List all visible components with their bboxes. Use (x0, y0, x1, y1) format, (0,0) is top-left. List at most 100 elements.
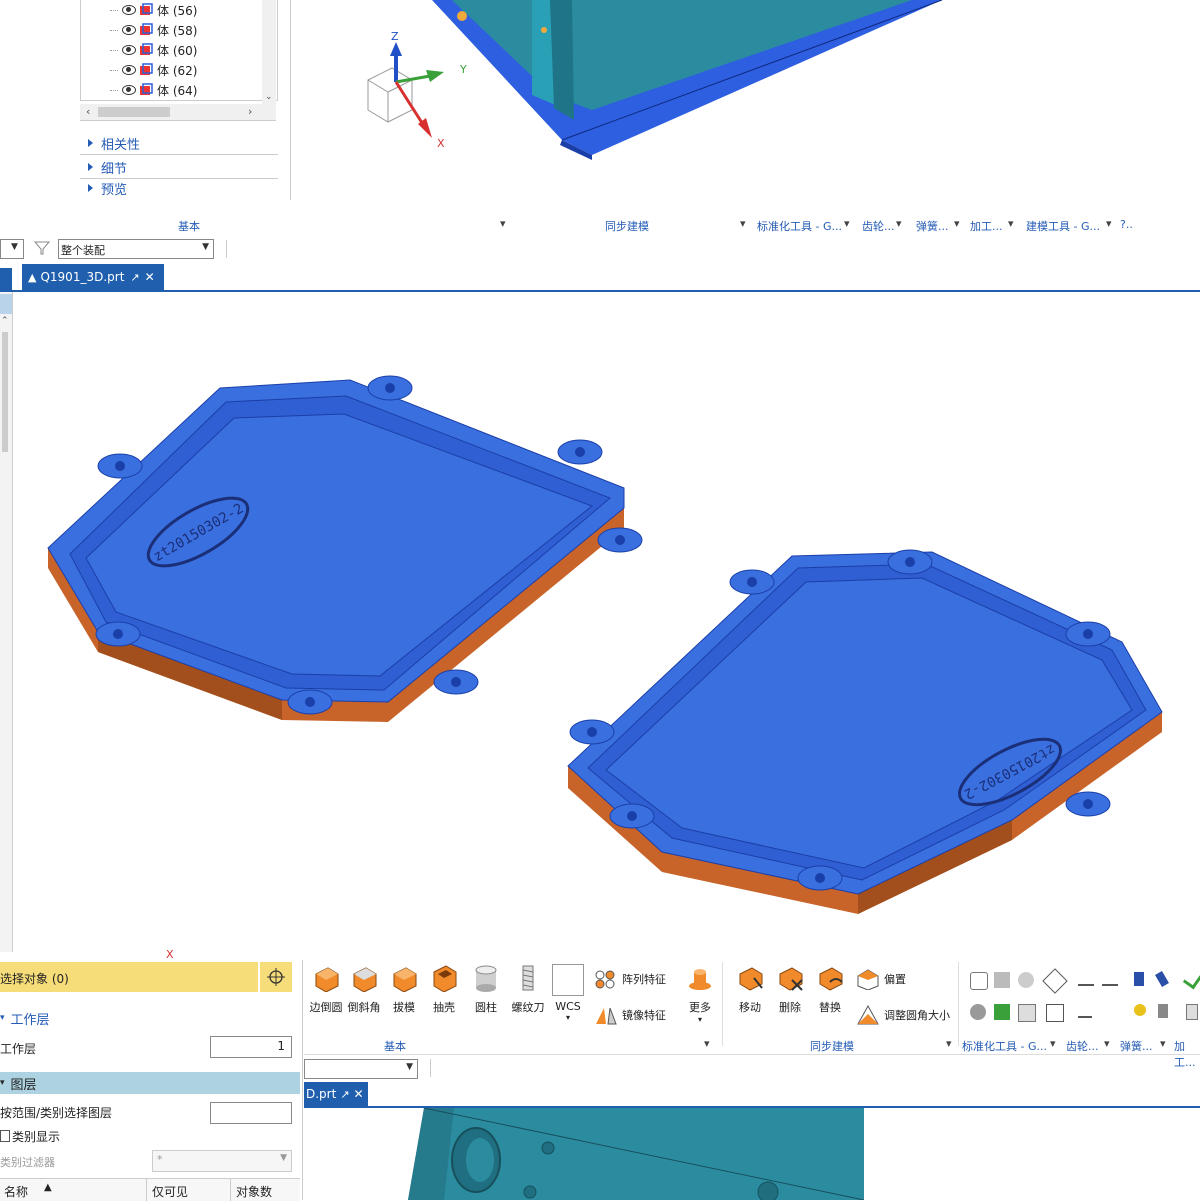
chevron-up-icon[interactable]: ⌃ (1, 316, 9, 326)
chevron-down-icon[interactable]: ▾ (1008, 217, 1014, 230)
chevron-down-icon[interactable]: ▾ (1160, 1037, 1166, 1050)
resize-blend-button[interactable]: 调整圆角大小 (856, 1004, 950, 1026)
tool-icon[interactable] (1078, 1004, 1092, 1018)
cover-part-left[interactable]: zt20150302-2 (47, 375, 643, 722)
tab-bottom-part[interactable]: D.prt ↗ ✕ (304, 1082, 368, 1106)
move-face-button[interactable]: 移动 (728, 964, 772, 1015)
chevron-right-icon[interactable]: › (248, 105, 252, 118)
close-icon[interactable]: ✕ (145, 270, 155, 284)
popout-icon[interactable]: ↗ (130, 271, 139, 284)
work-layer-section-header[interactable]: ▾ 工作层 (0, 1008, 50, 1028)
chamfer-button[interactable]: 倒斜角 (342, 964, 386, 1015)
filter-icon[interactable] (33, 240, 51, 256)
chevron-down-icon[interactable]: ▾ (1104, 1037, 1110, 1050)
bottom-viewport[interactable] (304, 1108, 1200, 1200)
body-icon (139, 3, 153, 17)
shell-button[interactable]: 抽壳 (422, 964, 466, 1015)
tree-item[interactable]: 体 (62) (110, 60, 197, 80)
offset-face-button[interactable]: 偏置 (856, 968, 906, 990)
tool-icon[interactable] (1102, 972, 1118, 986)
tree-item[interactable]: 体 (58) (110, 20, 197, 40)
eye-icon[interactable] (122, 65, 136, 75)
column-header-name[interactable]: 名称 (4, 1183, 28, 1200)
horizontal-scrollbar[interactable]: ‹ › (80, 104, 276, 121)
close-icon[interactable]: ✕ (354, 1087, 364, 1101)
tool-icon[interactable] (1018, 972, 1034, 988)
scope-dropdown[interactable]: 整个装配 ▼ (58, 239, 214, 259)
tool-icon[interactable] (1042, 968, 1068, 994)
tool-icon[interactable] (1134, 972, 1144, 986)
chevron-down-icon[interactable]: ▾ (500, 217, 506, 230)
section-preview[interactable]: 预览 (80, 180, 278, 196)
category-filter-dropdown[interactable]: * ▼ (152, 1150, 292, 1172)
delete-face-button[interactable]: 删除 (768, 964, 812, 1015)
expand-arrow-icon (88, 163, 93, 171)
tool-icon[interactable] (1186, 1004, 1198, 1020)
chevron-down-icon[interactable]: ▾ (1050, 1037, 1056, 1050)
eye-icon[interactable] (122, 25, 136, 35)
bottom-scope-dropdown[interactable]: ▼ (304, 1059, 418, 1079)
work-layer-input[interactable]: 1 (210, 1036, 292, 1058)
chevron-down-icon[interactable]: ▾ (896, 217, 902, 230)
wcs-button[interactable]: WCS ▾ (546, 964, 590, 1022)
scrollbar-thumb[interactable] (98, 107, 170, 117)
chevron-down-icon[interactable]: ▾ (844, 217, 850, 230)
chevron-down-icon[interactable]: ▾ (704, 1037, 710, 1050)
section-details[interactable]: 细节 (80, 156, 278, 179)
axis-triad[interactable] (367, 42, 444, 138)
ribbon-group-gear: 齿轮... (1066, 1040, 1099, 1053)
tree-item[interactable]: 体 (60) (110, 40, 197, 60)
eye-icon[interactable] (122, 45, 136, 55)
pattern-feature-button[interactable]: 阵列特征 (594, 968, 666, 990)
column-header-object-count[interactable]: 对象数 (236, 1183, 272, 1200)
thread-tool-button[interactable]: 螺纹刀 (506, 964, 550, 1015)
layers-section-header[interactable]: ▾ 图层 (0, 1072, 300, 1094)
tool-icon[interactable] (994, 1004, 1010, 1020)
chevron-left-icon[interactable]: ‹ (86, 105, 90, 118)
tool-icon[interactable] (1078, 972, 1094, 986)
tool-icon[interactable] (1155, 970, 1169, 988)
chevron-down-icon: ▼ (11, 242, 18, 252)
tool-icon[interactable] (970, 972, 988, 990)
layer-panel: 选择对象 (0) ▾ 工作层 工作层 1 ▾ 图层 按范围/类别选择图层 类别显… (0, 960, 303, 1201)
draft-button[interactable]: 拔模 (382, 964, 426, 1015)
chevron-down-icon[interactable]: ▾ (954, 217, 960, 230)
sort-ascending-icon[interactable]: ▲ (44, 1182, 52, 1193)
chevron-down-icon[interactable]: ▾ (740, 217, 746, 230)
range-select-input[interactable] (210, 1102, 292, 1124)
column-header-visible-only[interactable]: 仅可见 (152, 1183, 188, 1200)
tool-icon[interactable] (1158, 1004, 1168, 1018)
tab-stub[interactable] (0, 268, 12, 290)
select-object-bar[interactable]: 选择对象 (0) (0, 962, 258, 992)
tool-icon[interactable] (970, 1004, 986, 1020)
resource-scrollbar[interactable] (2, 332, 8, 452)
eye-icon[interactable] (122, 5, 136, 15)
type-filter-dropdown[interactable]: ▼ (0, 239, 24, 259)
cover-part-right[interactable]: zt20150302-2 (567, 549, 1163, 914)
mirror-feature-button[interactable]: 镜像特征 (594, 1004, 666, 1026)
cylinder-button[interactable]: 圆柱 (464, 964, 508, 1015)
more-button[interactable]: 更多 ▾ (678, 964, 722, 1024)
eye-icon[interactable] (122, 85, 136, 95)
tool-icon[interactable] (1046, 1004, 1064, 1022)
tool-icon[interactable] (1134, 1004, 1146, 1016)
crosshair-button[interactable] (260, 962, 292, 992)
chevron-down-icon[interactable]: ⌄ (265, 92, 273, 102)
tree-item[interactable]: 体 (56) (110, 0, 197, 20)
section-relations[interactable]: 相关性 (80, 132, 278, 155)
tool-icon[interactable] (994, 972, 1010, 988)
main-viewport[interactable]: zt20150302-2 zt20150302-2 (12, 292, 1200, 952)
z-axis-label: Z (391, 30, 399, 43)
chevron-down-icon[interactable]: ▾ (1106, 217, 1112, 230)
tree-item[interactable]: 体 (64) (110, 80, 197, 100)
tab-q1901[interactable]: ▲ Q1901_3D.prt ↗ ✕ (22, 264, 164, 290)
popout-icon[interactable]: ↗ (340, 1088, 349, 1101)
top-viewport[interactable]: Z Y X (292, 0, 1200, 200)
tool-icon[interactable] (1182, 969, 1200, 990)
vertical-scrollbar[interactable]: ⌄ (262, 0, 276, 104)
tool-icon[interactable] (1018, 1004, 1036, 1022)
chevron-down-icon[interactable]: ▾ (946, 1037, 952, 1050)
category-display-checkbox[interactable] (0, 1130, 10, 1142)
resource-bar-tab[interactable] (0, 294, 12, 314)
replace-face-button[interactable]: 替换 (808, 964, 852, 1015)
